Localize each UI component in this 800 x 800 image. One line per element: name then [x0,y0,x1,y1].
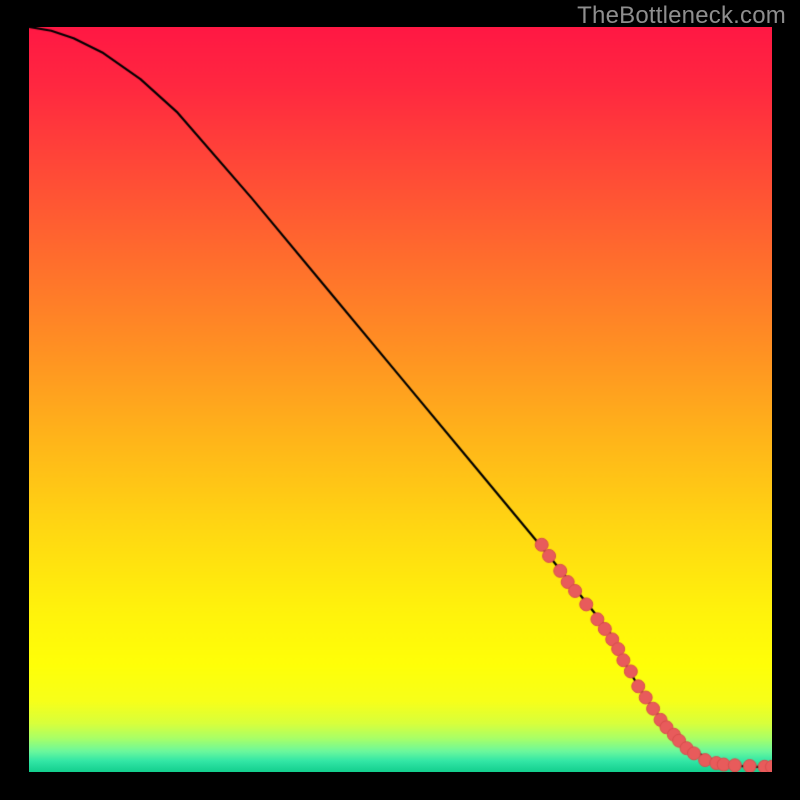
chart-plot-area [29,27,772,772]
watermark-label: TheBottleneck.com [577,2,786,30]
chart-frame: TheBottleneck.com [0,0,800,800]
scatter-points [29,27,772,772]
